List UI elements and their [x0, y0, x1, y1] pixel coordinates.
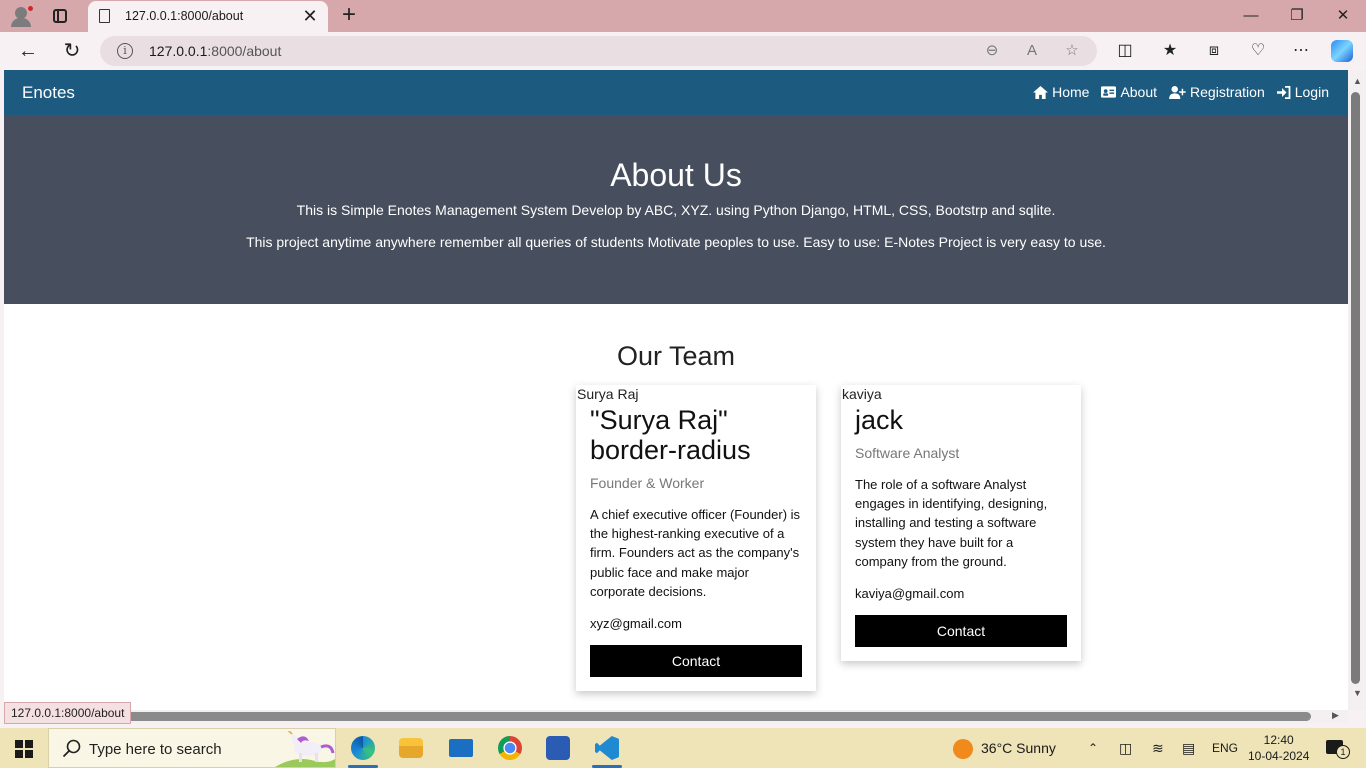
notification-center[interactable]: 1	[1324, 728, 1352, 768]
page-icon	[99, 9, 110, 23]
member-email: xyz@gmail.com	[590, 616, 682, 631]
windows-taskbar: Type here to search 36°C Sunny ⌃ ◫ ≋ ▤ E	[0, 728, 1366, 768]
mail-icon	[449, 739, 473, 757]
id-card-icon	[1101, 86, 1117, 98]
scroll-thumb[interactable]	[1351, 92, 1360, 684]
scroll-right-icon[interactable]: ▶	[1332, 710, 1339, 721]
search-placeholder: Type here to search	[89, 741, 222, 758]
nav-links: Home About Registration Login	[1033, 84, 1329, 100]
address-input[interactable]: i 127.0.0.1:8000/about ⊖ A ☆	[100, 36, 1097, 66]
member-role: Software Analyst	[855, 445, 960, 461]
chrome-button[interactable]	[487, 728, 533, 768]
minimize-button[interactable]: —	[1228, 0, 1274, 32]
member-role: Founder & Worker	[590, 475, 705, 491]
page-viewport: Enotes Home About Registration Login Abo…	[4, 70, 1348, 710]
restore-button[interactable]: ❐	[1274, 0, 1320, 32]
nav-link-registration[interactable]: Registration	[1169, 84, 1265, 100]
vertical-scrollbar[interactable]: ▲ ▼	[1348, 70, 1366, 710]
broken-image: kaviya	[842, 386, 882, 402]
page-title: About Us	[610, 157, 742, 193]
user-plus-icon	[1169, 85, 1186, 99]
profile-icon[interactable]	[10, 5, 34, 27]
broken-image: Surya Raj	[577, 386, 639, 402]
word-icon	[546, 736, 570, 760]
address-bar-row: ← ↻ i 127.0.0.1:8000/about ⊖ A ☆ ◫ ★ ⧈ ♡…	[0, 32, 1366, 70]
hero-text-1: This is Simple Enotes Management System …	[296, 202, 1056, 218]
clock-date: 10-04-2024	[1248, 749, 1310, 763]
file-explorer-button[interactable]	[388, 728, 434, 768]
wifi-icon[interactable]: ≋	[1152, 728, 1164, 768]
nav-link-about[interactable]: About	[1101, 84, 1157, 100]
new-tab-icon[interactable]: +	[338, 3, 360, 27]
member-name: "Surya Raj" border-radius	[590, 405, 751, 465]
horizontal-scrollbar[interactable]: ▶	[4, 710, 1348, 723]
language-indicator[interactable]: ENG	[1212, 728, 1238, 768]
mail-button[interactable]	[438, 728, 484, 768]
file-explorer-icon	[399, 738, 423, 758]
hidden-icons-chevron-icon[interactable]: ⌃	[1088, 728, 1098, 768]
read-aloud-icon[interactable]: A	[1023, 42, 1041, 60]
scroll-thumb[interactable]	[5, 712, 1311, 721]
team-card: Surya Raj "Surya Raj" border-radius Foun…	[576, 385, 816, 691]
vscode-button[interactable]	[584, 728, 630, 768]
volume-icon[interactable]: ▤	[1182, 728, 1195, 768]
taskbar-clock[interactable]: 12:40 10-04-2024	[1248, 732, 1309, 764]
weather-sun-icon	[953, 739, 973, 760]
team-section-title: Our Team	[616, 341, 736, 371]
nav-link-home[interactable]: Home	[1033, 84, 1089, 100]
weather-widget[interactable]: 36°C Sunny	[953, 728, 1056, 768]
vscode-icon	[595, 736, 619, 760]
site-info-icon[interactable]: i	[117, 43, 133, 59]
refresh-icon[interactable]: ↻	[60, 39, 84, 63]
address-url: 127.0.0.1:8000/about	[149, 43, 282, 59]
site-brand[interactable]: Enotes	[22, 83, 75, 103]
home-icon	[1033, 85, 1049, 99]
hero-text-2: This project anytime anywhere remember a…	[246, 234, 1106, 250]
member-name: jack	[855, 405, 904, 435]
unicorn-icon	[275, 731, 335, 767]
windows-start-icon[interactable]	[15, 740, 33, 758]
word-button[interactable]	[535, 728, 581, 768]
site-navbar: Enotes Home About Registration Login	[4, 70, 1348, 115]
browser-essentials-icon[interactable]: ♡	[1248, 41, 1268, 61]
nav-link-login[interactable]: Login	[1276, 84, 1329, 100]
favorites-icon[interactable]: ★	[1160, 41, 1180, 61]
contact-button[interactable]: Contact	[855, 615, 1067, 647]
scroll-down-icon[interactable]: ▼	[1353, 688, 1362, 698]
copilot-icon[interactable]	[1331, 40, 1353, 62]
clock-time: 12:40	[1263, 733, 1294, 747]
split-screen-icon[interactable]: ◫	[1115, 41, 1135, 61]
sign-in-icon	[1276, 85, 1291, 99]
tab-actions-icon[interactable]	[53, 9, 67, 23]
tab-title: 127.0.0.1:8000/about	[125, 9, 244, 23]
taskbar-search[interactable]: Type here to search	[48, 728, 336, 768]
close-window-button[interactable]: ✕	[1320, 0, 1366, 32]
edge-app-button[interactable]	[340, 728, 386, 768]
search-icon	[62, 739, 81, 758]
favorite-star-icon[interactable]: ☆	[1063, 42, 1081, 60]
member-description: The role of a software Analyst engages i…	[855, 477, 1048, 569]
edge-icon	[351, 736, 375, 760]
browser-tab[interactable]: 127.0.0.1:8000/about ✕	[88, 1, 328, 32]
weather-text: 36°C Sunny	[981, 740, 1056, 756]
network-device-icon[interactable]: ◫	[1119, 728, 1132, 768]
team-card: kaviya jack Software Analyst The role of…	[841, 385, 1081, 661]
contact-button[interactable]: Contact	[590, 645, 802, 677]
collections-icon[interactable]: ⧈	[1204, 41, 1224, 61]
member-email: kaviya@gmail.com	[855, 586, 965, 601]
about-hero: About Us This is Simple Enotes Managemen…	[4, 115, 1348, 304]
scroll-up-icon[interactable]: ▲	[1353, 76, 1362, 86]
chrome-icon	[498, 736, 522, 760]
browser-tab-bar: 127.0.0.1:8000/about ✕ + — ❐ ✕	[0, 0, 1366, 32]
more-icon[interactable]: ⋯	[1291, 41, 1311, 61]
zoom-out-icon[interactable]: ⊖	[983, 42, 1001, 60]
back-icon[interactable]: ←	[16, 39, 40, 63]
member-description: A chief executive officer (Founder) is t…	[590, 507, 801, 599]
close-tab-icon[interactable]: ✕	[300, 6, 320, 26]
notification-count: 1	[1336, 745, 1350, 759]
status-bar-url: 127.0.0.1:8000/about	[4, 702, 132, 724]
